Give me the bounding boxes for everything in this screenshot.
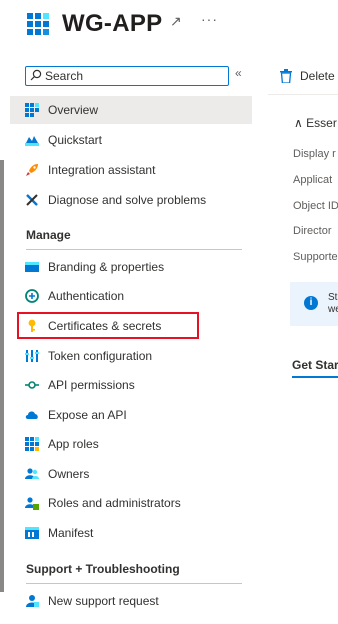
sidebar-item-authentication[interactable]: Authentication: [10, 282, 252, 310]
main-content: Delete ∧ Esser Display r Applicat Object…: [268, 60, 338, 620]
trash-icon: [280, 69, 292, 83]
app-roles-icon: [25, 437, 39, 451]
info-text: we: [328, 304, 338, 315]
essentials-row: Supporte: [293, 251, 338, 263]
sidebar-item-label: New support request: [48, 594, 159, 608]
toolbar-divider: [268, 94, 338, 95]
sidebar-item-new-support-request[interactable]: New support request: [10, 587, 252, 615]
api-permissions-icon: [25, 381, 39, 389]
info-icon: i: [304, 296, 318, 310]
divider: [26, 249, 242, 250]
sidebar-item-roles-administrators[interactable]: Roles and administrators: [10, 489, 252, 517]
essentials-row: Display r: [293, 148, 336, 160]
sidebar-item-manifest[interactable]: Manifest: [10, 519, 252, 547]
sidebar-item-label: Branding & properties: [48, 260, 165, 274]
essentials-row: Director: [293, 225, 332, 237]
roles-admin-icon: [25, 497, 39, 510]
divider: [26, 583, 242, 584]
collapse-sidebar-button[interactable]: «: [235, 66, 242, 80]
sidebar-item-label: Token configuration: [48, 349, 153, 363]
tab-get-started[interactable]: Get Star: [292, 358, 338, 372]
wrench-icon: [26, 194, 38, 206]
scrollbar[interactable]: [0, 160, 4, 592]
chevron-up-icon: ∧: [294, 116, 303, 130]
sidebar-item-label: Diagnose and solve problems: [48, 193, 207, 207]
info-banner: i Sta we: [290, 282, 338, 326]
sidebar-item-label: Authentication: [48, 289, 125, 303]
sidebar-item-label: Owners: [48, 467, 90, 481]
sidebar-item-label: Manifest: [48, 526, 94, 540]
essentials-toggle[interactable]: ∧ Esser: [294, 116, 337, 130]
sidebar-item-integration-assistant[interactable]: Integration assistant: [10, 156, 252, 184]
search-icon: [30, 69, 42, 81]
support-icon: [26, 595, 39, 607]
essentials-row: Applicat: [293, 174, 333, 186]
sidebar-item-label: Expose an API: [48, 408, 127, 422]
token-icon: [25, 350, 39, 362]
search-input[interactable]: [45, 68, 225, 84]
cloud-icon: [25, 411, 38, 419]
sidebar-item-label: App roles: [48, 437, 99, 451]
sidebar-item-app-roles[interactable]: App roles: [10, 430, 252, 458]
section-heading-manage: Manage: [26, 228, 71, 242]
sidebar-item-label: Quickstart: [48, 133, 103, 147]
app-header: WG-APP ↗ ···: [0, 0, 338, 56]
sidebar-item-label: Integration assistant: [48, 163, 156, 177]
search-box[interactable]: [25, 66, 229, 86]
highlight-box: [17, 312, 199, 339]
authentication-icon: [25, 289, 39, 303]
sidebar-item-label: Roles and administrators: [48, 496, 181, 510]
branding-icon: [25, 262, 39, 272]
sidebar-item-token-configuration[interactable]: Token configuration: [10, 342, 252, 370]
overview-icon: [25, 103, 39, 117]
delete-label: Delete: [300, 69, 335, 83]
sidebar-item-label: Overview: [48, 103, 99, 117]
tab-underline: [292, 376, 338, 378]
more-options-button[interactable]: ···: [201, 11, 218, 27]
sidebar-item-api-permissions[interactable]: API permissions: [10, 371, 252, 399]
essentials-label: Esser: [306, 116, 337, 130]
owners-icon: [25, 468, 39, 479]
sidebar-item-overview[interactable]: Overview: [10, 96, 252, 124]
sidebar-item-owners[interactable]: Owners: [10, 460, 252, 488]
quickstart-icon: [25, 136, 39, 146]
essentials-row: Object ID: [293, 200, 338, 212]
rocket-icon: [26, 164, 38, 176]
pin-icon[interactable]: ↗: [170, 13, 182, 30]
sidebar-item-label: API permissions: [48, 378, 135, 392]
page-title: WG-APP: [62, 10, 163, 37]
section-heading-support: Support + Troubleshooting: [26, 562, 180, 576]
sidebar-item-diagnose[interactable]: Diagnose and solve problems: [10, 186, 252, 214]
app-registration-icon: [27, 13, 49, 35]
sidebar-item-branding[interactable]: Branding & properties: [10, 253, 252, 281]
sidebar-item-quickstart[interactable]: Quickstart: [10, 126, 252, 154]
info-text: Sta: [328, 292, 338, 303]
manifest-icon: [25, 527, 39, 539]
sidebar-item-expose-api[interactable]: Expose an API: [10, 401, 252, 429]
